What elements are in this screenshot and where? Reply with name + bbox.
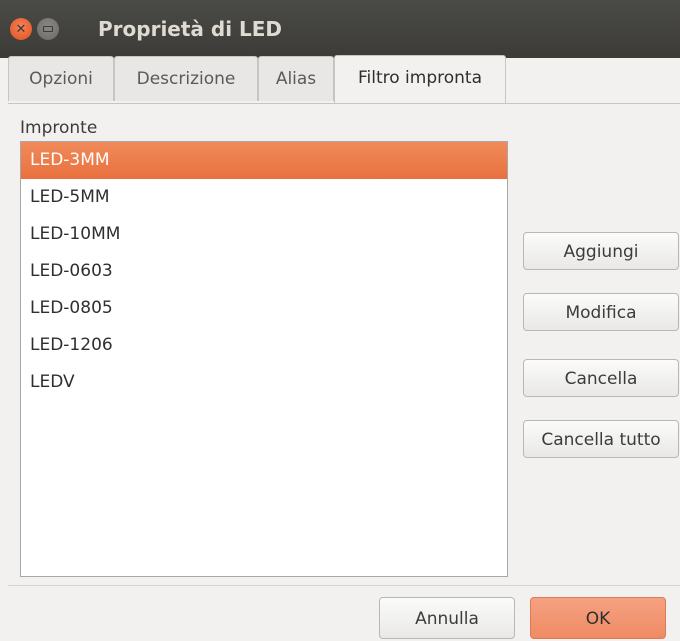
list-item[interactable]: LED-5MM	[21, 179, 507, 216]
tab-opzioni[interactable]: Opzioni	[8, 56, 114, 101]
edit-button[interactable]: Modifica	[523, 293, 679, 331]
tab-alias[interactable]: Alias	[258, 56, 334, 101]
footprints-list[interactable]: LED-3MM LED-5MM LED-10MM LED-0603 LED-08…	[20, 141, 508, 577]
delete-button[interactable]: Cancella	[523, 359, 679, 397]
tab-filtro-impronta[interactable]: Filtro impronta	[334, 55, 506, 103]
delete-all-button[interactable]: Cancella tutto	[523, 420, 679, 458]
ok-button[interactable]: OK	[530, 597, 666, 639]
list-item[interactable]: LED-0603	[21, 253, 507, 290]
tab-divider	[8, 103, 680, 104]
close-icon[interactable]: ✕	[10, 18, 32, 40]
list-item[interactable]: LED-1206	[21, 327, 507, 364]
list-item[interactable]: LED-3MM	[21, 142, 507, 179]
minimize-icon[interactable]	[37, 18, 59, 40]
cancel-button[interactable]: Annulla	[379, 597, 515, 639]
tab-descrizione[interactable]: Descrizione	[114, 56, 258, 101]
footprints-label: Impronte	[20, 118, 98, 138]
add-button[interactable]: Aggiungi	[523, 232, 679, 270]
title-bar: ✕ Proprietà di LED	[0, 0, 680, 58]
tab-bar: Opzioni Descrizione Alias Filtro impront…	[8, 55, 680, 103]
footer-divider	[8, 585, 680, 586]
window-title: Proprietà di LED	[98, 17, 283, 41]
list-item[interactable]: LED-0805	[21, 290, 507, 327]
list-item[interactable]: LED-10MM	[21, 216, 507, 253]
list-item[interactable]: LEDV	[21, 364, 507, 401]
